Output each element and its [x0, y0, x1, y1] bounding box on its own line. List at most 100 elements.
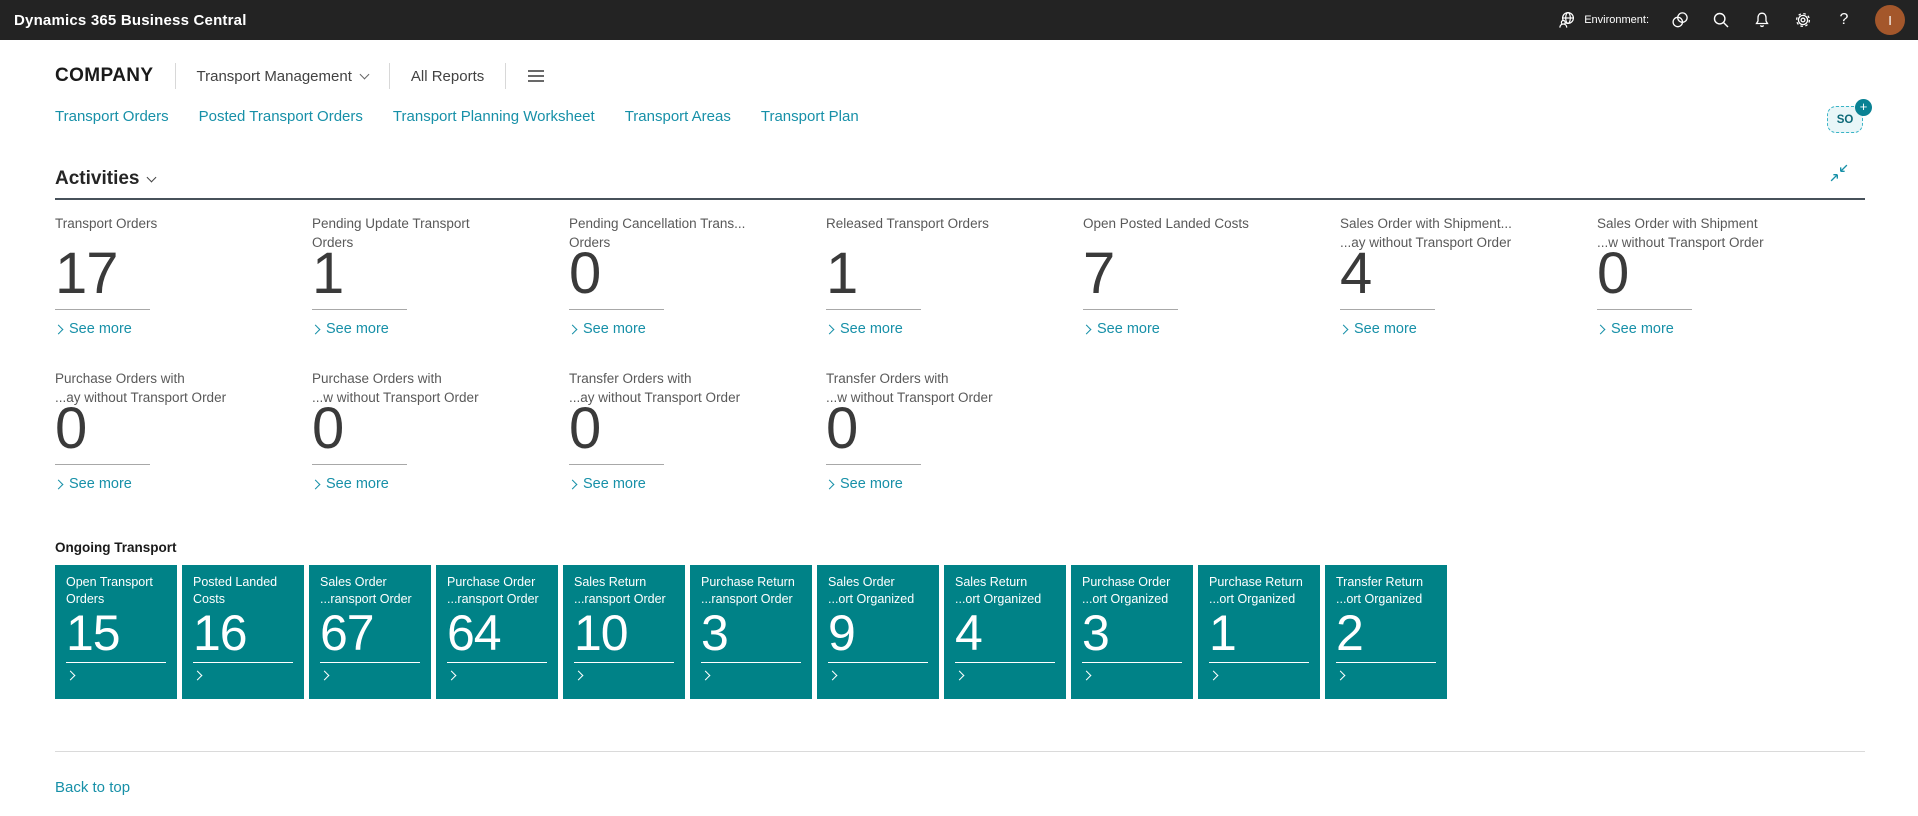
chevron-right-icon — [824, 324, 835, 334]
role-switcher[interactable]: Transport Management — [197, 68, 370, 85]
see-more-link[interactable]: See more — [53, 476, 288, 492]
tile-value: 16 — [193, 605, 248, 661]
cue-sales-order-shipment-tomorrow[interactable]: Sales Order with Shipment ...w without Tr… — [1595, 214, 1854, 337]
tile-sales-return-transport-order[interactable]: Sales Return ...ransport Order 10 — [563, 565, 685, 699]
cue-pending-update-transport-orders[interactable]: Pending Update Transport Orders 1 See mor… — [310, 214, 569, 337]
chevron-right-icon — [567, 324, 578, 334]
see-more-link[interactable]: See more — [1081, 321, 1316, 337]
cue-value: 1 — [826, 241, 858, 306]
divider — [826, 309, 921, 310]
tile-value: 15 — [66, 605, 121, 661]
divider — [388, 63, 390, 89]
help-icon[interactable]: ? — [1834, 10, 1854, 30]
cue-sales-order-shipment-today[interactable]: Sales Order with Shipment... ...ay withou… — [1338, 214, 1597, 337]
tile-purchase-order-transport-order[interactable]: Purchase Order ...ransport Order 64 — [436, 565, 558, 699]
chevron-right-icon — [446, 670, 457, 681]
cue-released-transport-orders[interactable]: Released Transport Orders 1 See more — [824, 214, 1083, 337]
cue-value: 0 — [569, 396, 601, 461]
collapse-icon[interactable] — [1830, 164, 1848, 182]
cue-value: 0 — [569, 241, 601, 306]
cue-value: 4 — [1340, 241, 1372, 306]
see-more-link[interactable]: See more — [1595, 321, 1830, 337]
cue-open-posted-landed-costs[interactable]: Open Posted Landed Costs 7 See more — [1081, 214, 1340, 337]
divider — [66, 662, 166, 663]
tile-purchase-order-organized[interactable]: Purchase Order ...ort Organized 3 — [1071, 565, 1193, 699]
user-avatar[interactable]: I — [1875, 5, 1905, 35]
environment-label: Environment: — [1584, 14, 1649, 26]
ongoing-transport-tiles: Open Transport Orders 15 Posted Landed Cos… — [55, 565, 1865, 699]
divider — [701, 662, 801, 663]
see-more-link[interactable]: See more — [567, 321, 802, 337]
chevron-right-icon — [1081, 670, 1092, 681]
tile-posted-landed-costs[interactable]: Posted Landed Costs 16 — [182, 565, 304, 699]
cue-pending-cancellation-transport-orders[interactable]: Pending Cancellation Trans... Orders 0 Se… — [567, 214, 826, 337]
see-more-link[interactable]: See more — [824, 321, 1059, 337]
divider — [826, 464, 921, 465]
app-title[interactable]: Dynamics 365 Business Central — [14, 12, 247, 29]
environment-icon — [1557, 10, 1577, 30]
see-more-link[interactable]: See more — [53, 321, 288, 337]
page-header: COMPANY Transport Management All Reports — [55, 56, 1865, 96]
nav-transport-areas[interactable]: Transport Areas — [625, 108, 731, 125]
divider — [569, 309, 664, 310]
notifications-icon[interactable] — [1752, 10, 1772, 30]
tile-open-transport-orders[interactable]: Open Transport Orders 15 — [55, 565, 177, 699]
see-more-link[interactable]: See more — [310, 321, 545, 337]
nav-transport-plan[interactable]: Transport Plan — [761, 108, 859, 125]
cue-transfer-orders-today[interactable]: Transfer Orders with ...ay without Transp… — [567, 369, 826, 492]
back-to-top-link[interactable]: Back to top — [55, 779, 130, 796]
cue-value: 0 — [55, 396, 87, 461]
divider — [569, 464, 664, 465]
all-reports-link[interactable]: All Reports — [411, 68, 484, 85]
chevron-right-icon — [1338, 324, 1349, 334]
tile-value: 10 — [574, 605, 629, 661]
ongoing-transport-header: Ongoing Transport — [55, 540, 177, 555]
tile-transfer-return-organized[interactable]: Transfer Return ...ort Organized 2 — [1325, 565, 1447, 699]
divider — [1209, 662, 1309, 663]
divider — [828, 662, 928, 663]
see-more-link[interactable]: See more — [1338, 321, 1573, 337]
divider — [193, 662, 293, 663]
divider — [55, 309, 150, 310]
nav-transport-orders[interactable]: Transport Orders — [55, 108, 169, 125]
apps-icon[interactable] — [1670, 10, 1690, 30]
cue-value: 7 — [1083, 241, 1115, 306]
cue-purchase-orders-tomorrow[interactable]: Purchase Orders with ...w without Transpo… — [310, 369, 569, 492]
environment-indicator: Environment: — [1557, 10, 1649, 30]
divider — [55, 464, 150, 465]
see-more-link[interactable]: See more — [567, 476, 802, 492]
tile-sales-order-transport-order[interactable]: Sales Order ...ransport Order 67 — [309, 565, 431, 699]
activities-section-header[interactable]: Activities — [55, 166, 1865, 192]
tile-sales-return-organized[interactable]: Sales Return ...ort Organized 4 — [944, 565, 1066, 699]
cue-transport-orders[interactable]: Transport Orders 17 See more — [53, 214, 312, 337]
tile-value: 2 — [1336, 605, 1364, 661]
cue-purchase-orders-today[interactable]: Purchase Orders with ...ay without Transp… — [53, 369, 312, 492]
tile-value: 3 — [701, 605, 729, 661]
divider — [320, 662, 420, 663]
company-name: COMPANY — [55, 65, 154, 86]
menu-icon[interactable] — [527, 69, 545, 83]
tile-purchase-return-transport-order[interactable]: Purchase Return ...ransport Order 3 — [690, 565, 812, 699]
settings-icon[interactable] — [1793, 10, 1813, 30]
nav-transport-planning-worksheet[interactable]: Transport Planning Worksheet — [393, 108, 595, 125]
chevron-right-icon — [1595, 324, 1606, 334]
tile-purchase-return-organized[interactable]: Purchase Return ...ort Organized 1 — [1198, 565, 1320, 699]
see-more-link[interactable]: See more — [310, 476, 545, 492]
nav-posted-transport-orders[interactable]: Posted Transport Orders — [199, 108, 363, 125]
status-badge[interactable]: SO + — [1827, 99, 1872, 133]
cue-transfer-orders-tomorrow[interactable]: Transfer Orders with ...w without Transpo… — [824, 369, 1083, 492]
cue-value: 0 — [312, 396, 344, 461]
divider — [447, 662, 547, 663]
tile-value: 64 — [447, 605, 502, 661]
chevron-right-icon — [954, 670, 965, 681]
chevron-down-icon — [359, 69, 370, 79]
chevron-right-icon — [573, 670, 584, 681]
tile-sales-order-organized[interactable]: Sales Order ...ort Organized 9 — [817, 565, 939, 699]
chevron-down-icon — [147, 172, 157, 182]
cue-value: 0 — [826, 396, 858, 461]
chevron-right-icon — [319, 670, 330, 681]
see-more-link[interactable]: See more — [824, 476, 1059, 492]
divider — [505, 63, 507, 89]
search-icon[interactable] — [1711, 10, 1731, 30]
tile-value: 3 — [1082, 605, 1110, 661]
